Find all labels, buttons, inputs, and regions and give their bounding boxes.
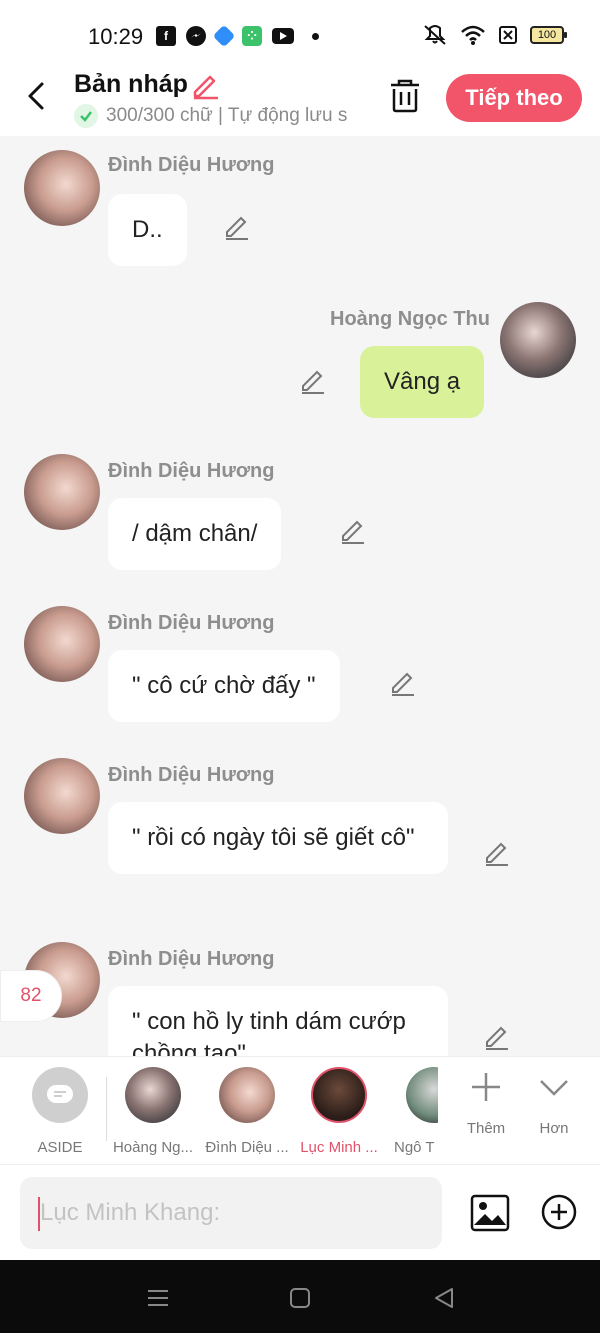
wifi-icon (461, 25, 485, 45)
character-dinh-dieu-huong[interactable]: Đình Diệu ... (202, 1067, 292, 1156)
character-luc-minh-khang[interactable]: Lục Minh ... (294, 1067, 384, 1156)
next-button[interactable]: Tiếp theo (446, 74, 582, 122)
add-button[interactable] (540, 1193, 578, 1231)
avatar (311, 1067, 367, 1123)
edit-message-button[interactable] (298, 366, 328, 396)
youtube-icon (272, 28, 294, 44)
character-name: Lục Minh ... (300, 1139, 378, 1156)
more-button[interactable]: Hơn (524, 1069, 584, 1137)
message-count-badge[interactable]: 82 (0, 970, 62, 1022)
message-bubble[interactable]: Vâng ạ (360, 346, 485, 418)
sender-name: Đình Diệu Hương (108, 154, 275, 176)
system-icons: 100 (422, 24, 567, 46)
pencil-icon (193, 75, 218, 100)
back-button[interactable] (18, 76, 58, 116)
status-bar: 10:29 f ⁘ 100 (0, 0, 600, 70)
home-button[interactable] (286, 1284, 314, 1312)
sender-name: Đình Diệu Hương (108, 948, 275, 970)
avatar (406, 1067, 438, 1123)
message-bubble[interactable]: / dậm chân/ (108, 498, 282, 570)
chevron-down-icon (540, 1080, 568, 1096)
pencil-icon (342, 520, 364, 544)
recent-apps-button[interactable] (144, 1284, 172, 1312)
add-character-button[interactable]: Thêm (456, 1069, 516, 1137)
pencil-icon (486, 1026, 508, 1050)
sender-name: Đình Diệu Hương (108, 460, 275, 482)
pencil-icon (302, 370, 324, 394)
avatar[interactable] (500, 302, 576, 378)
divider (106, 1077, 107, 1141)
save-status: 300/300 chữ | Tự động lưu s (74, 104, 364, 128)
message-bubble[interactable]: " con hồ ly tinh dám cướp chồng tao" (108, 986, 448, 1056)
insert-image-button[interactable] (470, 1193, 510, 1233)
text-cursor (38, 1197, 40, 1231)
avatar[interactable] (24, 150, 100, 226)
avatar[interactable] (24, 758, 100, 834)
edit-message-button[interactable] (222, 212, 252, 242)
chat-area[interactable]: Đình Diệu Hương D.. Hoàng Ngọc Thu Vâng … (0, 136, 600, 1056)
battery-icon: 100 (530, 26, 567, 44)
character-name: Đình Diệu ... (205, 1139, 289, 1156)
character-ngo[interactable]: Ngô T (374, 1067, 438, 1156)
sender-name: Hoàng Ngọc Thu (330, 308, 490, 330)
avatar[interactable] (24, 606, 100, 682)
pencil-icon (226, 216, 248, 240)
edit-message-button[interactable] (482, 1022, 512, 1052)
avatar (219, 1067, 275, 1123)
edit-message-button[interactable] (338, 516, 368, 546)
status-time: 10:29 (88, 24, 144, 49)
more-notifications-dot (312, 32, 319, 40)
app-green-icon: ⁘ (242, 26, 262, 46)
chat-bubble-icon (47, 1085, 73, 1103)
character-selector: ASIDE Hoàng Ng... Đình Diệu ... Lục Minh… (0, 1056, 600, 1164)
system-nav-bar (0, 1260, 600, 1333)
pencil-icon (392, 672, 414, 696)
character-name: Hoàng Ng... (112, 1139, 194, 1156)
input-bar (0, 1164, 600, 1260)
chevron-left-icon (28, 82, 44, 110)
pencil-icon (486, 842, 508, 866)
system-back-button[interactable] (430, 1284, 458, 1312)
character-name: ASIDE (37, 1139, 83, 1156)
edit-message-button[interactable] (388, 668, 418, 698)
menu-icon (148, 1290, 168, 1306)
sender-name: Đình Diệu Hương (108, 612, 275, 634)
facebook-icon: f (156, 26, 176, 46)
word-count-status: 300/300 chữ | Tự động lưu s (106, 105, 348, 126)
no-sim-icon (499, 26, 517, 44)
message-bubble[interactable]: " cô cứ chờ đấy " (108, 650, 340, 722)
trash-icon (391, 79, 419, 113)
delete-button[interactable] (386, 76, 424, 116)
messenger-icon (186, 26, 206, 46)
edit-title-button[interactable] (190, 70, 220, 100)
character-hoang-ngoc-thu[interactable]: Hoàng Ng... (108, 1067, 198, 1156)
square-icon (290, 1288, 310, 1308)
character-aside[interactable]: ASIDE (15, 1067, 105, 1156)
message-bubble[interactable]: " rồi có ngày tôi sẽ giết cô" (108, 802, 448, 874)
aside-avatar (32, 1067, 88, 1123)
character-name: Ngô T (394, 1139, 435, 1156)
check-icon (74, 104, 98, 128)
triangle-back-icon (435, 1288, 453, 1308)
image-icon (470, 1194, 510, 1232)
header: Bản nháp 300/300 chữ | Tự động lưu s Tiế… (0, 64, 600, 136)
more-label: Hơn (539, 1120, 569, 1137)
message-bubble[interactable]: D.. (108, 194, 187, 266)
app-blue-icon (212, 24, 236, 48)
notification-icons: f ⁘ (156, 24, 319, 48)
mute-vibrate-icon (424, 25, 446, 45)
plus-icon (472, 1073, 500, 1101)
add-label: Thêm (466, 1120, 506, 1137)
message-input[interactable] (20, 1177, 442, 1249)
edit-message-button[interactable] (482, 838, 512, 868)
page-title: Bản nháp (74, 70, 188, 98)
plus-circle-icon (541, 1194, 577, 1230)
avatar[interactable] (24, 454, 100, 530)
sender-name: Đình Diệu Hương (108, 764, 275, 786)
avatar (125, 1067, 181, 1123)
